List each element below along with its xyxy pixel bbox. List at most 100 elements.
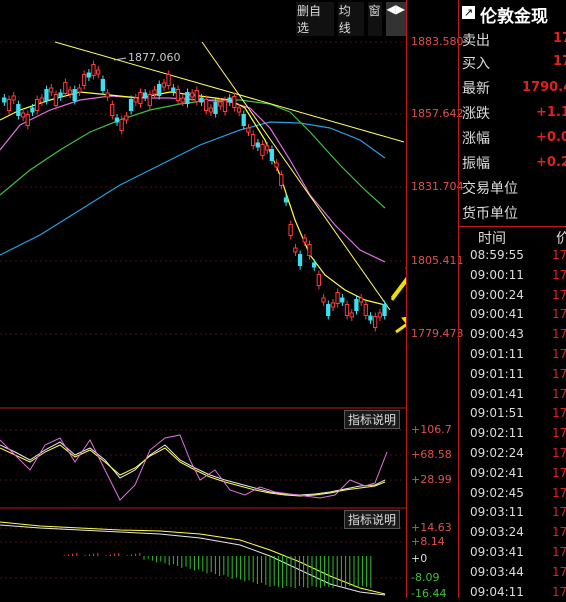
candle-body xyxy=(161,82,167,88)
kdj-pink-line xyxy=(0,434,388,501)
candle-body xyxy=(147,94,152,106)
tick-time: 09:04:11 xyxy=(470,584,524,599)
candle-body xyxy=(58,92,63,98)
indicator1-level: +68.58 xyxy=(411,448,452,461)
candle-body xyxy=(260,144,265,156)
candle-body xyxy=(199,97,204,103)
candle-body xyxy=(227,97,232,103)
candle-body xyxy=(105,92,110,98)
external-link-icon[interactable]: ↗ xyxy=(462,6,475,19)
candle-body xyxy=(185,92,190,104)
candle-body xyxy=(218,101,223,107)
candle-body xyxy=(382,304,387,316)
tick-price: 179 xyxy=(552,287,566,302)
candle-body xyxy=(157,84,162,96)
price-tick: 1883.580 xyxy=(411,35,464,48)
candle-body xyxy=(34,99,40,111)
indicator1-help-button[interactable]: 指标说明 xyxy=(344,410,401,429)
quote-label-last: 最新 xyxy=(462,81,490,97)
candle-body xyxy=(16,104,21,116)
candle-body xyxy=(255,142,260,148)
candle-body xyxy=(114,117,120,123)
tick-price: 179 xyxy=(552,307,566,322)
candle-body xyxy=(152,89,157,95)
candle-body xyxy=(307,244,312,256)
kdj-yellow-line xyxy=(0,444,386,497)
tick-time: 09:03:41 xyxy=(470,545,524,559)
tick-price: 179 xyxy=(552,564,566,579)
expand-arrow-icon[interactable]: ◀▶ xyxy=(385,2,406,36)
candle-body xyxy=(269,149,275,161)
ma-blue-line xyxy=(0,121,386,256)
indicator2-level: +8.14 xyxy=(411,535,445,548)
candle-body xyxy=(63,82,68,94)
indicator2-help-button[interactable]: 指标说明 xyxy=(344,510,401,529)
candle-body xyxy=(171,87,176,93)
quote-label-change: 涨跌 xyxy=(462,106,490,122)
candle-body xyxy=(124,115,129,121)
candle-body xyxy=(133,97,138,103)
chart-toolbar: 删自选 均线 窗 ◀▶ xyxy=(296,2,406,36)
candle-body xyxy=(11,95,16,101)
trade-unit-label: 交易单位 xyxy=(462,181,518,197)
divider xyxy=(459,226,566,227)
indicator2-level: -16.44 xyxy=(411,587,447,600)
candle-body xyxy=(354,299,359,311)
time-column-header: 时间 xyxy=(478,231,506,247)
candle-body xyxy=(265,145,270,151)
price-axis: 1883.580 1857.642 1831.704 1805.411 1779… xyxy=(406,0,464,600)
candle-body xyxy=(2,97,7,103)
indicator2-level: +14.63 xyxy=(411,521,452,534)
candle-body xyxy=(330,302,336,308)
candle-body xyxy=(100,79,105,91)
candle-body xyxy=(175,89,181,101)
candle-body xyxy=(363,304,368,316)
candle-body xyxy=(344,304,350,316)
tick-price: 179 xyxy=(552,267,566,282)
indicator1-level: +28.99 xyxy=(411,473,452,486)
tick-time: 09:02:45 xyxy=(470,485,524,500)
candle-body xyxy=(128,99,134,111)
tick-price: 179 xyxy=(552,485,566,500)
candle-body xyxy=(119,119,124,131)
price-tick: 1831.704 xyxy=(411,180,464,193)
delete-favorite-button[interactable]: 删自选 xyxy=(296,2,334,36)
candle-body xyxy=(138,92,143,104)
tick-price: 179 xyxy=(552,386,566,401)
candle-body xyxy=(189,92,195,98)
price-column-header: 价 xyxy=(556,231,566,247)
quote-label-amplitude: 振幅 xyxy=(462,156,490,172)
macd-histogram xyxy=(63,552,372,588)
annotation-arrows xyxy=(390,223,566,436)
price-tick: 1779.473 xyxy=(411,327,464,340)
candle-body xyxy=(316,274,321,286)
candle-body xyxy=(349,312,354,318)
price-tick: 1857.642 xyxy=(411,107,464,120)
kline-chart-panel[interactable]: 删自选 均线 窗 ◀▶ 1877.060 指标说明 指标说明 xyxy=(0,0,566,598)
moving-average-button[interactable]: 均线 xyxy=(337,2,364,36)
candle-body xyxy=(142,92,148,98)
candle-body xyxy=(110,104,115,116)
quote-label-sell: 卖出 xyxy=(462,33,490,49)
tick-time: 09:03:11 xyxy=(470,505,524,520)
tick-time: 09:02:41 xyxy=(470,465,524,480)
tick-time: 09:01:11 xyxy=(470,366,524,381)
candle-body xyxy=(72,89,77,101)
candle-body xyxy=(166,74,171,86)
kline-chart-svg xyxy=(0,41,566,596)
candle-body xyxy=(335,292,340,304)
price-tick: 1805.411 xyxy=(411,254,464,267)
candle-body xyxy=(274,162,279,168)
tick-price: 179 xyxy=(552,505,566,520)
candle-body xyxy=(293,247,298,253)
quote-value-change: +1.1 xyxy=(536,105,566,120)
tick-time: 09:00:24 xyxy=(470,287,524,302)
window-button[interactable]: 窗 xyxy=(367,2,382,36)
ma-yellow-line xyxy=(0,91,386,306)
tick-price: 179 xyxy=(552,406,566,421)
macd-white-line xyxy=(0,524,386,596)
candle-body xyxy=(96,69,101,75)
candle-body xyxy=(20,112,26,118)
quote-value-buy: 17 xyxy=(553,54,566,69)
tick-price: 179 xyxy=(552,525,566,540)
